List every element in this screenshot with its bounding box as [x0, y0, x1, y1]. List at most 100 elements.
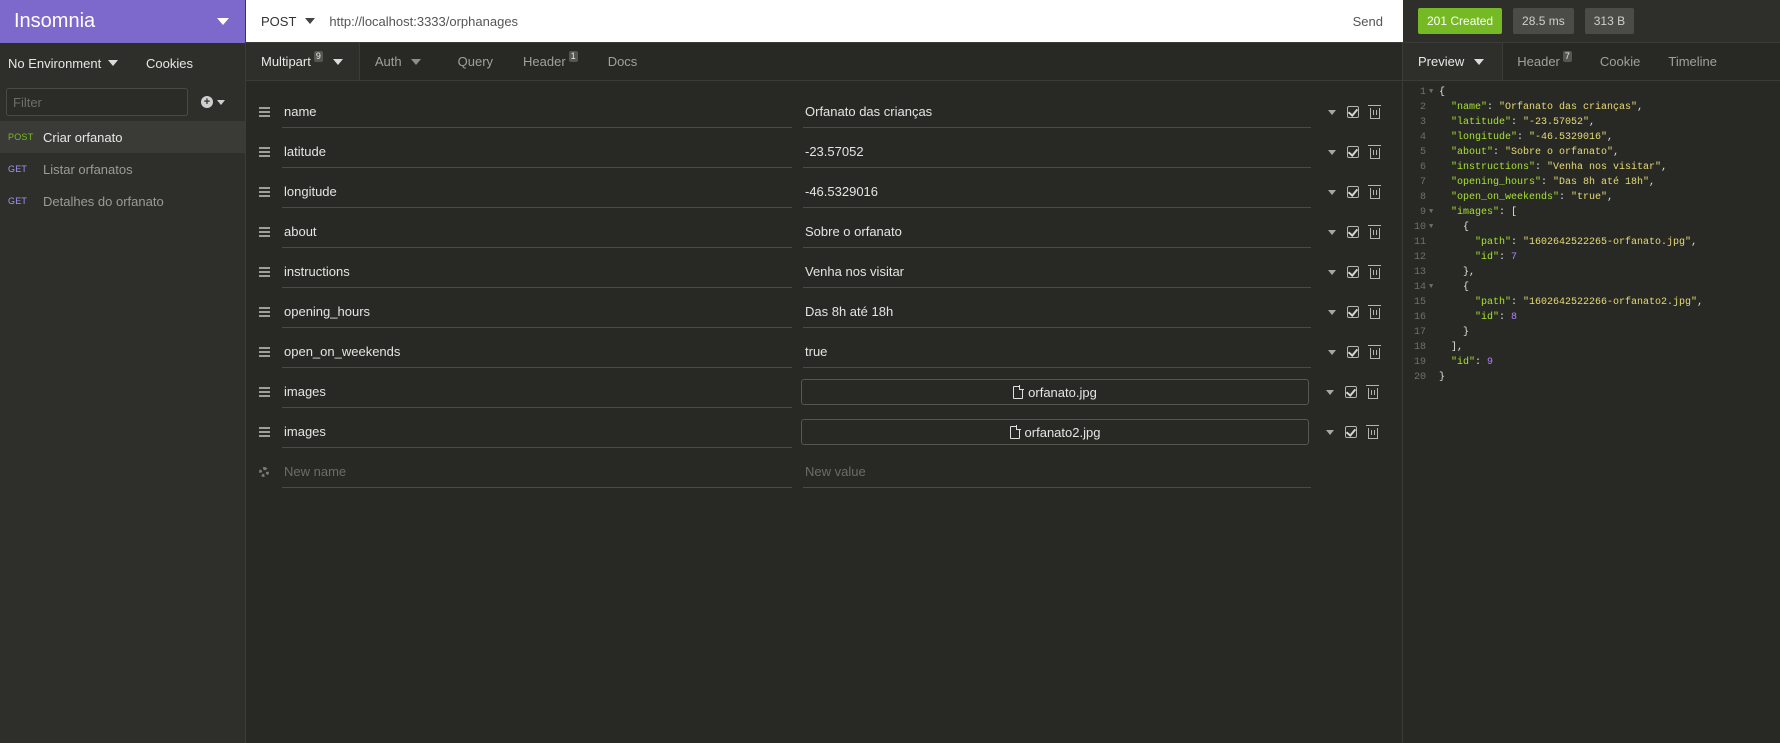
- drag-handle-icon[interactable]: [246, 267, 282, 277]
- method-select[interactable]: POST: [246, 14, 329, 29]
- checkbox-icon[interactable]: [1347, 106, 1359, 118]
- drag-handle-icon[interactable]: [246, 427, 282, 437]
- param-value-field[interactable]: Das 8h até 18h: [803, 296, 1311, 328]
- request-item[interactable]: GET Detalhes do orfanato: [0, 185, 245, 217]
- tab-timeline[interactable]: Timeline: [1654, 43, 1731, 80]
- drag-handle-icon[interactable]: [246, 187, 282, 197]
- param-value-field[interactable]: true: [803, 336, 1311, 368]
- tab-response-header[interactable]: Header 7: [1503, 43, 1586, 80]
- tab-auth-label: Auth: [374, 54, 402, 69]
- cookies-button[interactable]: Cookies: [146, 56, 193, 71]
- trash-icon[interactable]: [1368, 264, 1381, 279]
- trash-icon[interactable]: [1368, 184, 1381, 199]
- trash-icon[interactable]: [1368, 104, 1381, 119]
- file-picker-button[interactable]: orfanato.jpg: [801, 379, 1309, 405]
- code-line: 16 "id": 8: [1403, 310, 1780, 325]
- code-line: 20}: [1403, 370, 1780, 385]
- chevron-down-icon[interactable]: [1328, 269, 1336, 275]
- file-picker-button[interactable]: orfanato2.jpg: [801, 419, 1309, 445]
- url-bar: POST Send: [246, 0, 1403, 43]
- param-row: images orfanato2.jpg: [246, 412, 1402, 452]
- param-name-field[interactable]: longitude: [282, 176, 792, 208]
- gear-button[interactable]: [246, 467, 282, 477]
- json-token: {: [1463, 282, 1470, 293]
- response-body-viewer[interactable]: 1 ▼{2 "name": "Orfanato das crianças", 3 "la…: [1403, 81, 1780, 385]
- trash-icon[interactable]: [1366, 384, 1379, 399]
- url-input[interactable]: [329, 13, 1333, 29]
- fold-gutter: [1429, 250, 1439, 265]
- response-time-badge: 28.5 ms: [1513, 8, 1574, 34]
- workspace-menu[interactable]: Insomnia: [0, 0, 245, 43]
- checkbox-icon[interactable]: [1347, 146, 1359, 158]
- tab-cookie[interactable]: Cookie: [1586, 43, 1654, 80]
- row-actions: [1328, 304, 1381, 319]
- checkbox-icon[interactable]: [1347, 306, 1359, 318]
- add-request-menu[interactable]: +: [201, 96, 225, 108]
- fold-arrow-icon[interactable]: ▼: [1429, 220, 1439, 235]
- param-value-field[interactable]: Sobre o orfanato: [803, 216, 1311, 248]
- drag-handle-icon[interactable]: [246, 387, 282, 397]
- trash-icon[interactable]: [1368, 344, 1381, 359]
- fold-arrow-icon[interactable]: ▼: [1429, 85, 1439, 100]
- chevron-down-icon[interactable]: [1328, 309, 1336, 315]
- param-name-field[interactable]: open_on_weekends: [282, 336, 792, 368]
- drag-handle-icon[interactable]: [246, 107, 282, 117]
- tab-header[interactable]: Header 1: [508, 43, 593, 80]
- request-item[interactable]: POST Criar orfanato: [0, 121, 245, 153]
- param-value-field[interactable]: Venha nos visitar: [803, 256, 1311, 288]
- environment-select[interactable]: No Environment: [8, 56, 119, 71]
- response-summary: 201 Created 28.5 ms 313 B: [1403, 0, 1780, 43]
- request-item[interactable]: GET Listar orfanatos: [0, 153, 245, 185]
- fold-arrow-icon[interactable]: ▼: [1429, 280, 1439, 295]
- trash-icon[interactable]: [1366, 424, 1379, 439]
- fold-arrow-icon[interactable]: ▼: [1429, 205, 1439, 220]
- chevron-down-icon[interactable]: [1328, 109, 1336, 115]
- new-value-field[interactable]: New value: [803, 456, 1311, 488]
- param-name-field[interactable]: about: [282, 216, 792, 248]
- param-name-field[interactable]: images: [282, 416, 792, 448]
- param-name-field[interactable]: instructions: [282, 256, 792, 288]
- chevron-down-icon[interactable]: [1326, 429, 1334, 435]
- chevron-down-icon[interactable]: [1328, 229, 1336, 235]
- tab-preview[interactable]: Preview: [1403, 43, 1504, 80]
- new-name-field[interactable]: New name: [282, 456, 792, 488]
- json-token: "1602642522266-orfanato2.jpg": [1523, 297, 1698, 308]
- checkbox-icon[interactable]: [1347, 346, 1359, 358]
- json-token: }: [1439, 372, 1446, 383]
- filter-input[interactable]: [6, 88, 188, 116]
- trash-icon[interactable]: [1368, 224, 1381, 239]
- checkbox-icon[interactable]: [1347, 266, 1359, 278]
- chevron-down-icon[interactable]: [1326, 389, 1334, 395]
- tab-docs[interactable]: Docs: [593, 43, 653, 80]
- drag-handle-icon[interactable]: [246, 227, 282, 237]
- chevron-down-icon[interactable]: [1328, 149, 1336, 155]
- fold-gutter: [1429, 100, 1439, 115]
- tab-preview-label: Preview: [1418, 54, 1465, 69]
- checkbox-icon[interactable]: [1345, 426, 1357, 438]
- param-value-field[interactable]: -46.5329016: [803, 176, 1311, 208]
- json-token: "true": [1571, 192, 1608, 203]
- line-number: 17: [1413, 327, 1426, 338]
- param-name-field[interactable]: latitude: [282, 136, 792, 168]
- tab-auth[interactable]: Auth: [360, 43, 436, 80]
- send-button[interactable]: Send: [1333, 14, 1403, 29]
- chevron-down-icon[interactable]: [1328, 349, 1336, 355]
- param-name-field[interactable]: name: [282, 96, 792, 128]
- drag-handle-icon[interactable]: [246, 347, 282, 357]
- param-name-field[interactable]: opening_hours: [282, 296, 792, 328]
- tab-cookie-label: Cookie: [1599, 54, 1641, 69]
- checkbox-icon[interactable]: [1345, 386, 1357, 398]
- checkbox-icon[interactable]: [1347, 226, 1359, 238]
- drag-handle-icon[interactable]: [246, 307, 282, 317]
- trash-icon[interactable]: [1368, 304, 1381, 319]
- drag-handle-icon[interactable]: [246, 147, 282, 157]
- param-value-field[interactable]: -23.57052: [803, 136, 1311, 168]
- chevron-down-icon[interactable]: [1328, 189, 1336, 195]
- checkbox-icon[interactable]: [1347, 186, 1359, 198]
- trash-icon[interactable]: [1368, 144, 1381, 159]
- param-name-field[interactable]: images: [282, 376, 792, 408]
- tab-body[interactable]: Multipart 9: [246, 43, 360, 80]
- param-value-field[interactable]: Orfanato das crianças: [803, 96, 1311, 128]
- response-size-badge: 313 B: [1584, 8, 1635, 34]
- tab-query[interactable]: Query: [436, 43, 508, 80]
